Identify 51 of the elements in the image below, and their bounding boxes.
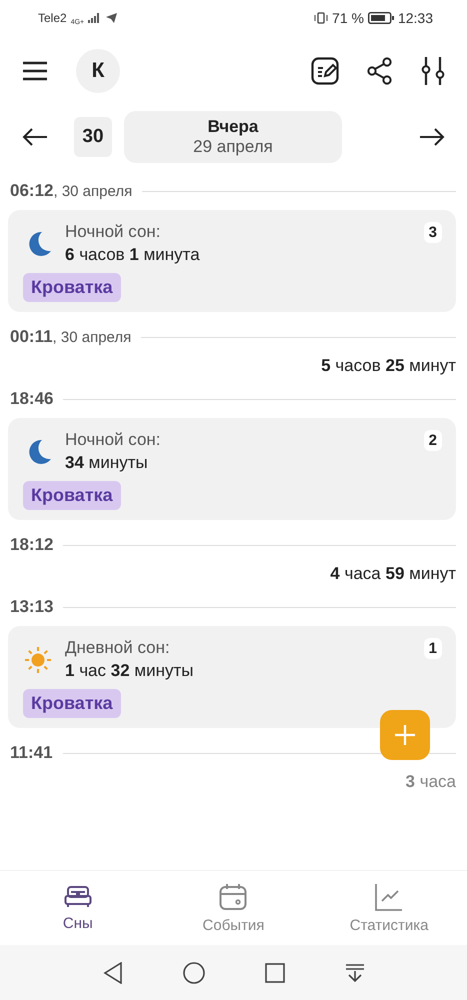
sleep-number: 3 [424,222,442,243]
time-label: 13:13 [10,597,54,617]
sleep-card[interactable]: Ночной сон: 6 часов 1 минута 3 Кроватка [8,210,456,312]
recents-icon[interactable] [264,962,284,982]
sleep-duration: 6 часов 1 минута [65,245,201,265]
sleep-number: 2 [424,430,442,451]
notification-pull-icon[interactable] [344,962,364,982]
time-label: 11:41 [10,743,53,763]
carrier: Tele2 [38,11,67,25]
plus-icon [394,724,416,746]
date-selector[interactable]: Вчера 29 апреля [124,111,342,163]
battery-icon [368,12,394,24]
nav-tab[interactable]: События [173,882,294,934]
back-icon[interactable] [102,962,122,984]
sleep-card[interactable]: Дневной сон: 1 час 32 минуты 1 Кроватка [8,626,456,728]
sleep-type: Ночной сон: [65,430,162,450]
nav-tab[interactable]: Сны [18,884,138,932]
location-tag: Кроватка [23,273,121,302]
nav-tab[interactable]: Статистика [329,882,450,934]
clock: 12:33 [398,10,433,26]
calendar-icon [219,882,248,910]
home-icon[interactable] [182,962,204,984]
awake-duration: 3 часа [406,772,456,793]
location-tag: Кроватка [23,689,121,718]
share-icon[interactable] [367,57,393,85]
edit-note-icon[interactable] [311,57,339,85]
chart-icon [375,882,404,910]
sleep-duration: 1 час 32 минуты [65,661,194,681]
sleep-duration: 34 минуты [65,453,149,473]
awake-duration: 5 часов 25 минут [321,356,456,377]
time-label: 18:46 [10,389,54,409]
time-label: 06:12, 30 апреля [10,181,132,201]
time-label: 18:12 [10,535,54,555]
location-tag: Кроватка [23,481,121,510]
sleep-type: Дневной сон: [65,638,171,658]
menu-icon[interactable] [22,61,48,81]
vibrate-icon [314,12,328,24]
sliders-icon[interactable] [421,56,445,86]
battery-level: 71 % [332,10,364,26]
sleep-number: 1 [424,638,442,659]
bed-icon [64,884,92,908]
previous-arrow-icon[interactable] [22,127,48,147]
avatar[interactable]: К [76,49,120,93]
paper-plane-icon [106,13,118,23]
day-button[interactable]: 30 [74,117,112,157]
time-label: 00:11, 30 апреля [10,327,132,347]
sleep-type: Ночной сон: [65,222,162,242]
next-arrow-icon[interactable] [419,127,445,147]
awake-duration: 4 часа 59 минут [330,564,456,585]
sleep-card[interactable]: Ночной сон: 34 минуты 2 Кроватка [8,418,456,520]
sun-icon [24,646,52,674]
